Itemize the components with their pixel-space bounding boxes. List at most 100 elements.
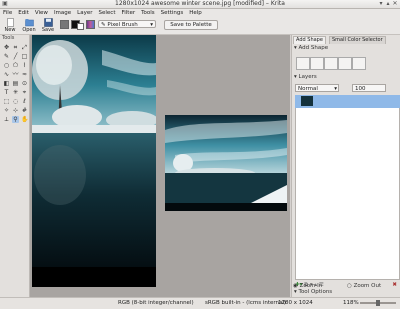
- text-tool-icon[interactable]: T: [3, 89, 10, 96]
- polyline-tool-icon[interactable]: ⌇: [21, 62, 28, 69]
- polygon-tool-icon[interactable]: ⬠: [12, 62, 19, 69]
- pattern-swatch[interactable]: [60, 20, 69, 29]
- toolbox-panel: Tools ✥ ⌗ ⤢ ✎ ╱ □ ○ ⬠ ⌇ ∿ 〰 ≈ ◧ ▤ ⊙ T ✳ …: [0, 35, 30, 297]
- zoom-level[interactable]: 118%: [343, 298, 359, 309]
- tool-options-title: ▾ Tool Options: [294, 289, 332, 296]
- bezier-tool-icon[interactable]: ∿: [3, 71, 10, 78]
- crop-tool-icon[interactable]: ⌗: [12, 44, 19, 51]
- background-color-swatch[interactable]: [77, 23, 84, 30]
- open-folder-icon: [24, 19, 34, 27]
- fill-tool-icon[interactable]: ◧: [3, 80, 10, 87]
- tab-small-color-selector[interactable]: Small Color Selector: [329, 36, 386, 44]
- menu-view[interactable]: View: [32, 9, 51, 17]
- gradient-swatch[interactable]: [86, 20, 95, 29]
- shape-tile-2[interactable]: [310, 57, 324, 70]
- close-icon[interactable]: ✕: [392, 1, 398, 7]
- menu-bar: File Edit View Image Layer Select Filter Tools S…: [0, 9, 400, 17]
- brush-preset-select[interactable]: ✎ Pixel Brush ▾: [98, 20, 156, 28]
- menu-tools[interactable]: Tools: [138, 9, 158, 17]
- brush-tool-icon[interactable]: ✎: [3, 53, 10, 60]
- toolbox-title: Tools: [2, 35, 15, 41]
- zoom-in-option[interactable]: ◉ Zoom In: [293, 283, 322, 290]
- gradient-tool-icon[interactable]: ▤: [12, 80, 19, 87]
- layers-list[interactable]: [295, 95, 400, 280]
- title-bar: 1280x1024 awesome winter scene.jpg [modi…: [0, 0, 400, 9]
- layer-thumbnail: [301, 96, 313, 106]
- status-bar: RGB (8-bit integer/channel) sRGB built-i…: [0, 297, 400, 309]
- image-size-text: 1280 x 1024: [278, 300, 313, 306]
- blend-mode-value: Normal: [298, 86, 318, 92]
- ellipse-select-icon[interactable]: ◌: [12, 98, 19, 105]
- zoom-in-label: Zoom In: [299, 283, 323, 289]
- zoom-out-option[interactable]: ○ Zoom Out: [347, 283, 381, 290]
- measure-tool-icon[interactable]: ⟂: [3, 116, 10, 123]
- menu-edit[interactable]: Edit: [15, 9, 32, 17]
- grid-tool-icon[interactable]: #: [21, 107, 28, 114]
- new-document-icon: [6, 18, 14, 27]
- new-label: New: [4, 27, 16, 33]
- layer-row[interactable]: [295, 95, 400, 108]
- layers-title-text: Layers: [298, 74, 317, 80]
- zoom-slider[interactable]: [360, 300, 396, 306]
- lasso-select-icon[interactable]: ℓ: [21, 98, 28, 105]
- add-shape-title: ▾ Add Shape: [294, 45, 328, 52]
- dynamic-brush-icon[interactable]: ≈: [21, 71, 28, 78]
- magic-wand-icon[interactable]: ✧: [3, 107, 10, 114]
- winter-scene-preview: [165, 115, 287, 211]
- menu-layer[interactable]: Layer: [74, 9, 95, 17]
- tab-add-shape[interactable]: Add Shape: [293, 36, 326, 44]
- add-shape-title-text: Add Shape: [298, 45, 329, 51]
- transform-tool-icon[interactable]: ⤢: [21, 44, 28, 51]
- save-button[interactable]: Save: [41, 18, 55, 33]
- rectangle-tool-icon[interactable]: □: [21, 53, 28, 60]
- menu-select[interactable]: Select: [96, 9, 119, 17]
- path-select-icon[interactable]: ⊹: [12, 107, 19, 114]
- save-label: Save: [41, 27, 55, 33]
- zoom-out-label: Zoom Out: [353, 283, 382, 289]
- move-tool-icon[interactable]: ✥: [3, 44, 10, 51]
- freehand-path-icon[interactable]: 〰: [12, 71, 19, 78]
- app-menu-icon[interactable]: ▣: [2, 1, 8, 7]
- winter-scene-image: [32, 35, 156, 287]
- window-title: 1280x1024 awesome winter scene.jpg [modi…: [115, 0, 285, 7]
- chevron-down-icon: ▾: [334, 86, 337, 92]
- rect-select-icon[interactable]: ⬚: [3, 98, 10, 105]
- opacity-value: 100: [355, 86, 366, 92]
- chevron-down-icon: ▾: [150, 22, 153, 28]
- menu-help[interactable]: Help: [186, 9, 205, 17]
- profile-text: sRGB built-in - (lcms internal): [205, 300, 287, 306]
- menu-file[interactable]: File: [0, 9, 15, 17]
- delete-layer-icon[interactable]: ✖: [392, 282, 397, 289]
- right-dock: Add Shape Small Color Selector ▾ Add Sha…: [291, 35, 400, 297]
- shape-tile-4[interactable]: [338, 57, 352, 70]
- assistant-tool-icon[interactable]: ⌖: [21, 89, 28, 96]
- brush-preset-label: Pixel Brush: [107, 22, 138, 28]
- open-button[interactable]: Open: [22, 18, 36, 33]
- shape-tile-3[interactable]: [324, 57, 338, 70]
- pan-tool-icon[interactable]: ✋: [21, 116, 28, 123]
- color-picker-icon[interactable]: ⊙: [21, 80, 28, 87]
- main-toolbar: New Open Save ✎ Pixel Brush ▾ Save to Pa…: [0, 17, 400, 35]
- color-model-text: RGB (8-bit integer/channel): [118, 300, 194, 306]
- preview-image[interactable]: [165, 115, 287, 211]
- ellipse-tool-icon[interactable]: ○: [3, 62, 10, 69]
- save-to-palette-button[interactable]: Save to Palette: [164, 20, 218, 30]
- blend-mode-select[interactable]: Normal ▾: [295, 84, 339, 92]
- new-button[interactable]: New: [3, 18, 17, 33]
- main-canvas-image[interactable]: [32, 35, 156, 287]
- maximize-icon[interactable]: ▴: [385, 1, 391, 7]
- save-icon: [43, 18, 53, 27]
- shape-tile-5[interactable]: [352, 57, 366, 70]
- menu-filter[interactable]: Filter: [118, 9, 138, 17]
- zoom-slider-handle[interactable]: [376, 300, 380, 306]
- layers-title: ▾ Layers: [294, 74, 317, 81]
- menu-settings[interactable]: Settings: [158, 9, 187, 17]
- zoom-tool-icon[interactable]: ⚲: [12, 116, 19, 123]
- menu-image[interactable]: Image: [51, 9, 74, 17]
- shape-tile-1[interactable]: [296, 57, 310, 70]
- minimize-icon[interactable]: ▾: [378, 1, 384, 7]
- multibrush-icon[interactable]: ✳: [12, 89, 19, 96]
- opacity-field[interactable]: 100: [352, 84, 386, 92]
- open-label: Open: [22, 27, 36, 33]
- line-tool-icon[interactable]: ╱: [12, 53, 19, 60]
